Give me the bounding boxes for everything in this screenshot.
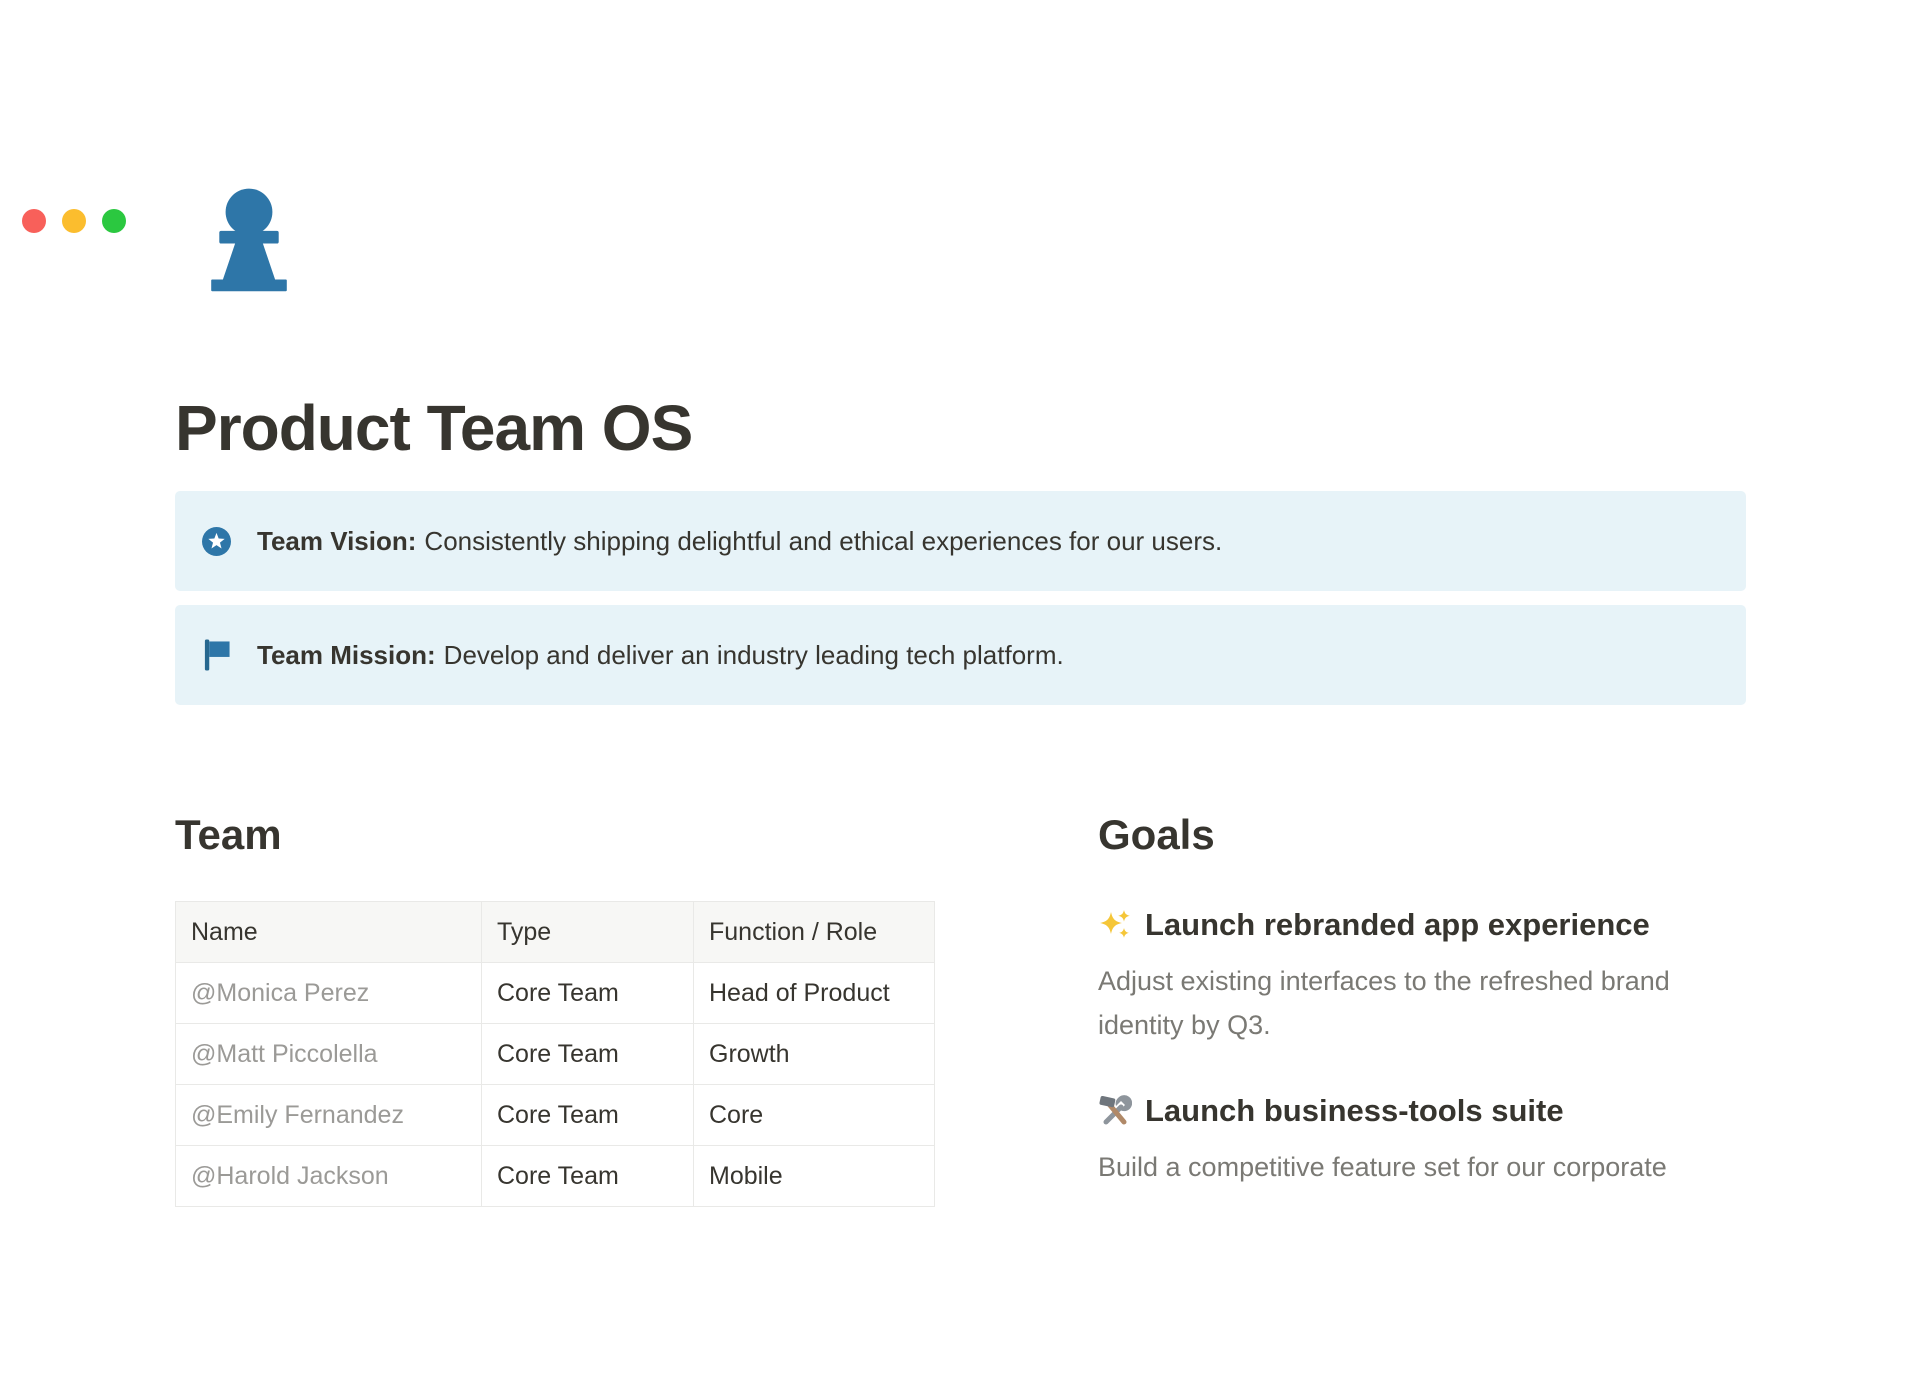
callout-body: Develop and deliver an industry leading … — [444, 640, 1064, 670]
person-mention[interactable]: @Emily Fernandez — [176, 1085, 482, 1146]
notion-page: Product Team OS Team Vision: Consistently… — [175, 185, 1746, 1207]
goals-heading: Goals — [1098, 809, 1746, 861]
goal-title[interactable]: Launch business-tools suite — [1098, 1091, 1746, 1131]
person-mention[interactable]: @Harold Jackson — [176, 1146, 482, 1207]
minimize-button[interactable] — [62, 209, 86, 233]
callout-label: Team Mission: — [257, 640, 436, 670]
team-table: Name Type Function / Role @Monica Perez … — [175, 901, 935, 1207]
callout-label: Team Vision: — [257, 526, 416, 556]
team-column: Team Name Type Function / Role @Monica P… — [175, 809, 934, 1207]
goal-description: Build a competitive feature set for our … — [1098, 1145, 1746, 1189]
two-column-layout: Team Name Type Function / Role @Monica P… — [175, 809, 1746, 1207]
goal-item: Launch rebranded app experience Adjust e… — [1098, 905, 1746, 1047]
callout-text: Team Vision: Consistently shipping deligh… — [257, 523, 1222, 559]
table-cell-role[interactable]: Mobile — [694, 1146, 935, 1207]
table-header-row: Name Type Function / Role — [176, 902, 935, 963]
goal-description: Adjust existing interfaces to the refres… — [1098, 959, 1746, 1047]
table-cell-type[interactable]: Core Team — [482, 963, 694, 1024]
callout-body: Consistently shipping delightful and eth… — [424, 526, 1222, 556]
star-badge-icon — [202, 523, 231, 559]
person-mention[interactable]: @Monica Perez — [176, 963, 482, 1024]
flag-icon — [202, 637, 231, 673]
table-cell-role[interactable]: Growth — [694, 1024, 935, 1085]
column-header-name[interactable]: Name — [176, 902, 482, 963]
hammer-wrench-emoji — [1098, 1094, 1132, 1128]
goal-item: Launch business-tools suite Build a comp… — [1098, 1091, 1746, 1189]
goal-title-text: Launch business-tools suite — [1145, 1091, 1564, 1131]
column-header-role[interactable]: Function / Role — [694, 902, 935, 963]
sparkles-emoji — [1098, 908, 1132, 942]
team-heading: Team — [175, 809, 934, 861]
callout-text: Team Mission: Develop and deliver an indu… — [257, 637, 1064, 673]
goal-title[interactable]: Launch rebranded app experience — [1098, 905, 1746, 945]
table-cell-type[interactable]: Core Team — [482, 1024, 694, 1085]
zoom-button[interactable] — [102, 209, 126, 233]
close-button[interactable] — [22, 209, 46, 233]
table-row: @Matt Piccolella Core Team Growth — [176, 1024, 935, 1085]
goal-title-text: Launch rebranded app experience — [1145, 905, 1650, 945]
pawn-icon[interactable] — [203, 185, 295, 293]
page-title: Product Team OS — [175, 393, 1746, 463]
table-row: @Harold Jackson Core Team Mobile — [176, 1146, 935, 1207]
window-controls — [22, 209, 126, 233]
callout-team-mission[interactable]: Team Mission: Develop and deliver an indu… — [175, 605, 1746, 705]
column-header-type[interactable]: Type — [482, 902, 694, 963]
table-row: @Monica Perez Core Team Head of Product — [176, 963, 935, 1024]
table-cell-type[interactable]: Core Team — [482, 1146, 694, 1207]
table-cell-role[interactable]: Core — [694, 1085, 935, 1146]
goals-column: Goals Launch rebranded app experience Ad… — [1098, 809, 1746, 1207]
table-cell-role[interactable]: Head of Product — [694, 963, 935, 1024]
callout-team-vision[interactable]: Team Vision: Consistently shipping deligh… — [175, 491, 1746, 591]
table-row: @Emily Fernandez Core Team Core — [176, 1085, 935, 1146]
table-cell-type[interactable]: Core Team — [482, 1085, 694, 1146]
person-mention[interactable]: @Matt Piccolella — [176, 1024, 482, 1085]
